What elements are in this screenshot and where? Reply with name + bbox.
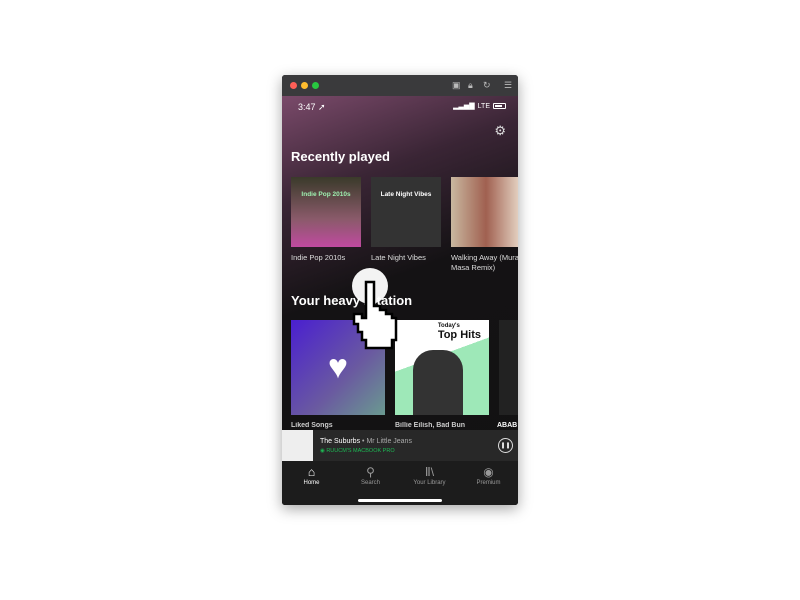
device-name: RUUCM'S MACBOOK PRO xyxy=(326,447,395,454)
tab-premium[interactable]: ◉ Premium xyxy=(459,461,518,505)
recent-label: Walking Away (Mura Masa Remix) xyxy=(451,253,518,272)
pause-button[interactable]: ❚❚ xyxy=(498,438,513,453)
title-bar: ▣ 🔒︎ ↻ ☰ xyxy=(282,75,518,96)
card-art-text: Today's Top Hits xyxy=(438,323,481,341)
tab-label: Premium xyxy=(476,480,501,486)
time: 3:47 xyxy=(298,102,316,112)
maximize-button[interactable] xyxy=(312,82,319,89)
close-button[interactable] xyxy=(290,82,297,89)
battery-icon xyxy=(493,103,506,109)
recent-card-indie-pop[interactable]: Indie Pop 2010s xyxy=(291,177,361,247)
connected-device: ◉ RUUCM'S MACBOOK PRO xyxy=(320,447,395,454)
card-art-text: Indie Pop 2010s xyxy=(301,191,351,198)
refresh-icon[interactable]: ↻ xyxy=(483,80,491,91)
home-icon: ⌂ xyxy=(307,465,316,479)
home-indicator xyxy=(358,499,442,502)
search-icon: ⚲ xyxy=(366,465,375,479)
status-indicators: ▂▃▅▇ LTE xyxy=(453,102,506,110)
recently-played-heading: Recently played xyxy=(291,149,390,164)
heavy-label: Billie Eilish, Bad Bunny... xyxy=(395,422,465,429)
network-label: LTE xyxy=(477,102,490,110)
recent-label: Late Night Vibes xyxy=(371,253,426,262)
tab-label: Your Library xyxy=(413,480,446,486)
abab-card[interactable] xyxy=(499,320,518,415)
heavy-label: ABAB xyxy=(497,422,518,429)
tab-home[interactable]: ⌂ Home xyxy=(282,461,341,505)
hand-pointer-cursor-icon xyxy=(352,268,398,350)
art-big-text: Top Hits xyxy=(437,329,481,341)
minimize-button[interactable] xyxy=(301,82,308,89)
spotify-logo-icon: ◉ xyxy=(483,465,494,479)
heavy-label: Liked Songs xyxy=(291,422,333,429)
signal-icon: ▂▃▅▇ xyxy=(453,103,475,110)
tab-label: Search xyxy=(360,480,380,486)
lock-icon[interactable]: 🔒︎ xyxy=(468,80,473,91)
library-icon: Ⅱ\ xyxy=(424,465,435,479)
recent-card-late-night[interactable]: Late Night Vibes xyxy=(371,177,441,247)
recent-card-walking-away[interactable] xyxy=(451,177,518,247)
track-artist: Mr Little Jeans xyxy=(366,437,412,445)
now-playing-bar[interactable]: The Suburbs • Mr Little Jeans ◉ RUUCM'S … xyxy=(282,430,518,461)
tab-label: Home xyxy=(303,480,320,486)
screenshot-icon[interactable]: ▣ xyxy=(452,80,461,91)
now-playing-art xyxy=(282,430,313,461)
card-art-text: Late Night Vibes xyxy=(380,191,432,198)
recent-label: Indie Pop 2010s xyxy=(291,253,346,262)
track-title: The Suburbs xyxy=(320,437,361,445)
menu-icon[interactable]: ☰ xyxy=(504,80,512,91)
settings-gear-icon[interactable]: ⚙ xyxy=(494,123,506,139)
now-playing-track: The Suburbs • Mr Little Jeans xyxy=(320,438,498,445)
status-time: 3:47 ➚ xyxy=(298,102,326,112)
